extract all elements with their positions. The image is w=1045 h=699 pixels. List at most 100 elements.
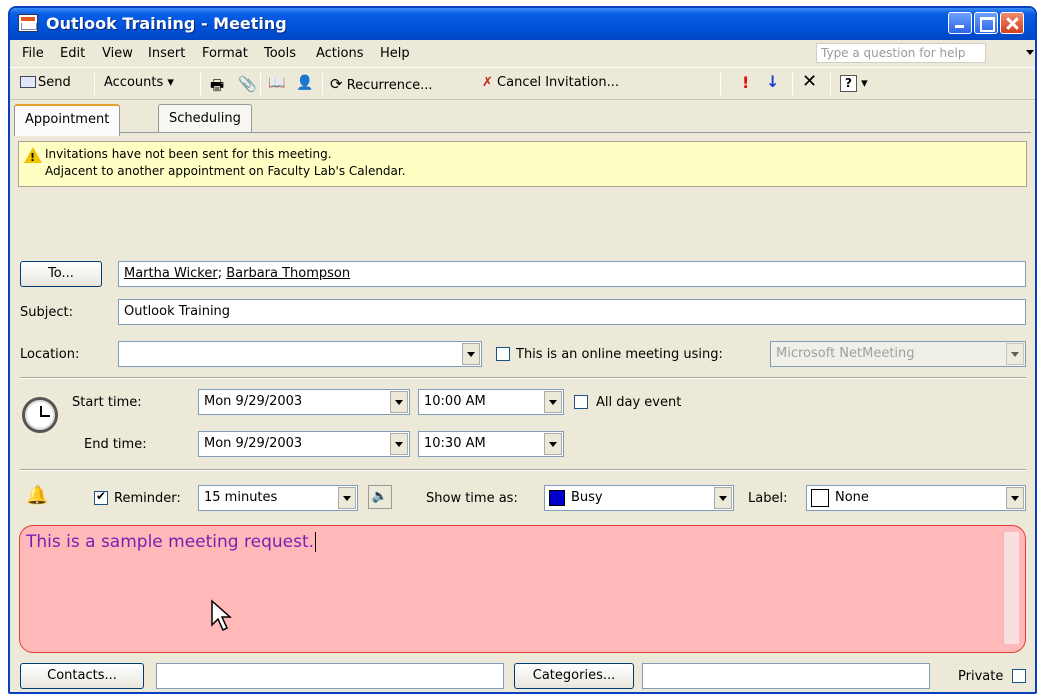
meeting-icon [18, 14, 38, 32]
divider [20, 377, 1026, 379]
contacts-button[interactable]: Contacts... [20, 663, 144, 689]
notes-body[interactable]: This is a sample meeting request. [19, 525, 1026, 653]
recurrence-button[interactable]: ⟳ Recurrence... [330, 75, 433, 93]
private-label: Private [958, 669, 1004, 684]
start-time-dropdown-icon[interactable] [544, 391, 562, 413]
all-day-checkbox[interactable] [574, 395, 588, 409]
toolbar-separator [720, 73, 721, 95]
delete-icon[interactable]: ✕ [802, 71, 817, 92]
maximize-button[interactable] [974, 12, 998, 34]
reminder-bell-icon: 🔔 [26, 485, 49, 506]
end-time-label: End time: [84, 437, 147, 452]
attach-icon[interactable]: 📎 [238, 75, 257, 93]
help-search-input[interactable]: Type a question for help [816, 43, 986, 63]
categories-button[interactable]: Categories... [514, 663, 634, 689]
tab-strip: Appointment Scheduling [10, 104, 1035, 136]
divider [20, 469, 1026, 471]
categories-input[interactable] [642, 663, 930, 689]
end-date-input[interactable]: Mon 9/29/2003 [198, 431, 410, 457]
low-importance-icon[interactable]: ↓ [766, 72, 779, 91]
toolbar-separator [792, 73, 793, 95]
accounts-button[interactable]: Accounts ▾ [104, 75, 174, 90]
appointment-panel: Invitations have not been sent for this … [14, 132, 1031, 692]
label-color-swatch [811, 489, 829, 507]
mouse-cursor-icon [211, 599, 232, 632]
notes-text: This is a sample meeting request. [26, 532, 315, 552]
menu-bar: File Edit View Insert Format Tools Actio… [10, 40, 1035, 68]
contacts-input[interactable] [156, 663, 504, 689]
location-dropdown-icon[interactable] [462, 343, 480, 365]
chevron-down-icon: ▾ [167, 75, 174, 90]
label-label: Label: [748, 491, 788, 506]
reminder-select[interactable]: 15 minutes [198, 485, 358, 511]
reminder-checkbox[interactable] [94, 489, 108, 505]
online-service-dropdown-icon [1006, 343, 1024, 365]
toolbar-options-icon: ▾ [861, 76, 868, 91]
end-time-input[interactable]: 10:30 AM [418, 431, 564, 457]
online-service-select: Microsoft NetMeeting [770, 341, 1026, 367]
tab-scheduling[interactable]: Scheduling [158, 104, 252, 134]
toolbar-separator [200, 73, 201, 95]
to-button[interactable]: To... [20, 261, 102, 287]
start-time-input[interactable]: 10:00 AM [418, 389, 564, 415]
menu-tools[interactable]: Tools [264, 46, 296, 61]
meeting-window: Outlook Training - Meeting File Edit Vie… [8, 6, 1037, 694]
busy-color-swatch [549, 490, 565, 506]
online-meeting-checkbox[interactable] [496, 347, 510, 361]
toolbar-separator [260, 73, 261, 95]
show-time-as-select[interactable]: Busy [544, 485, 734, 511]
end-date-dropdown-icon[interactable] [390, 433, 408, 455]
window-title: Outlook Training - Meeting [46, 14, 287, 33]
menu-help[interactable]: Help [380, 46, 410, 61]
reminder-dropdown-icon[interactable] [338, 487, 356, 509]
subject-label: Subject: [20, 305, 73, 320]
menu-file[interactable]: File [22, 46, 44, 61]
label-select[interactable]: None [806, 485, 1026, 511]
toolbar-separator [322, 73, 323, 95]
show-time-as-dropdown-icon[interactable] [714, 487, 732, 509]
menu-actions[interactable]: Actions [316, 46, 364, 61]
info-line-1: Invitations have not been sent for this … [45, 147, 332, 161]
toolbar-separator [830, 73, 831, 95]
menu-format[interactable]: Format [202, 46, 248, 61]
location-input[interactable] [118, 341, 482, 367]
print-icon[interactable]: 🖶 [210, 75, 224, 100]
menu-insert[interactable]: Insert [148, 46, 185, 61]
recurrence-icon: ⟳ [330, 75, 343, 93]
cancel-invitation-button[interactable]: ✗ Cancel Invitation... [482, 75, 619, 90]
start-date-dropdown-icon[interactable] [390, 391, 408, 413]
location-label: Location: [20, 347, 80, 362]
online-meeting-label: This is an online meeting using: [516, 347, 723, 362]
all-day-label: All day event [596, 395, 682, 410]
tab-appointment[interactable]: Appointment [14, 104, 121, 136]
help-dropdown-icon[interactable] [1026, 50, 1034, 55]
title-bar[interactable]: Outlook Training - Meeting [10, 8, 1035, 40]
menu-view[interactable]: View [102, 46, 133, 61]
private-checkbox[interactable] [1012, 669, 1026, 683]
toolbar: Send Accounts ▾ 🖶 📎 📖 👤 ⟳ Recurrence... … [10, 68, 1035, 100]
end-time-dropdown-icon[interactable] [544, 433, 562, 455]
send-button[interactable]: Send [20, 75, 71, 90]
minimize-button[interactable] [948, 12, 972, 34]
recipient[interactable]: Barbara Thompson [226, 266, 350, 281]
address-book-icon[interactable]: 📖 [268, 75, 285, 91]
subject-input[interactable]: Outlook Training [118, 299, 1026, 325]
label-dropdown-icon[interactable] [1006, 487, 1024, 509]
start-time-label: Start time: [72, 395, 142, 410]
start-date-input[interactable]: Mon 9/29/2003 [198, 389, 410, 415]
help-icon[interactable]: ? ▾ [840, 75, 868, 92]
send-icon [20, 76, 36, 88]
high-importance-icon[interactable]: ! [742, 73, 749, 92]
clock-icon [22, 397, 58, 433]
info-bar: Invitations have not been sent for this … [18, 141, 1027, 187]
notes-scrollbar[interactable] [1003, 532, 1019, 644]
toolbar-separator [94, 73, 95, 95]
recipient[interactable]: Martha Wicker [124, 266, 218, 281]
to-field[interactable]: Martha Wicker; Barbara Thompson [118, 261, 1026, 287]
reminder-sound-icon[interactable]: 🔈 [368, 485, 392, 509]
warning-icon [24, 147, 42, 166]
check-names-icon[interactable]: 👤 [296, 75, 313, 91]
close-button[interactable] [1000, 12, 1024, 34]
menu-edit[interactable]: Edit [60, 46, 85, 61]
show-time-as-label: Show time as: [426, 491, 518, 506]
